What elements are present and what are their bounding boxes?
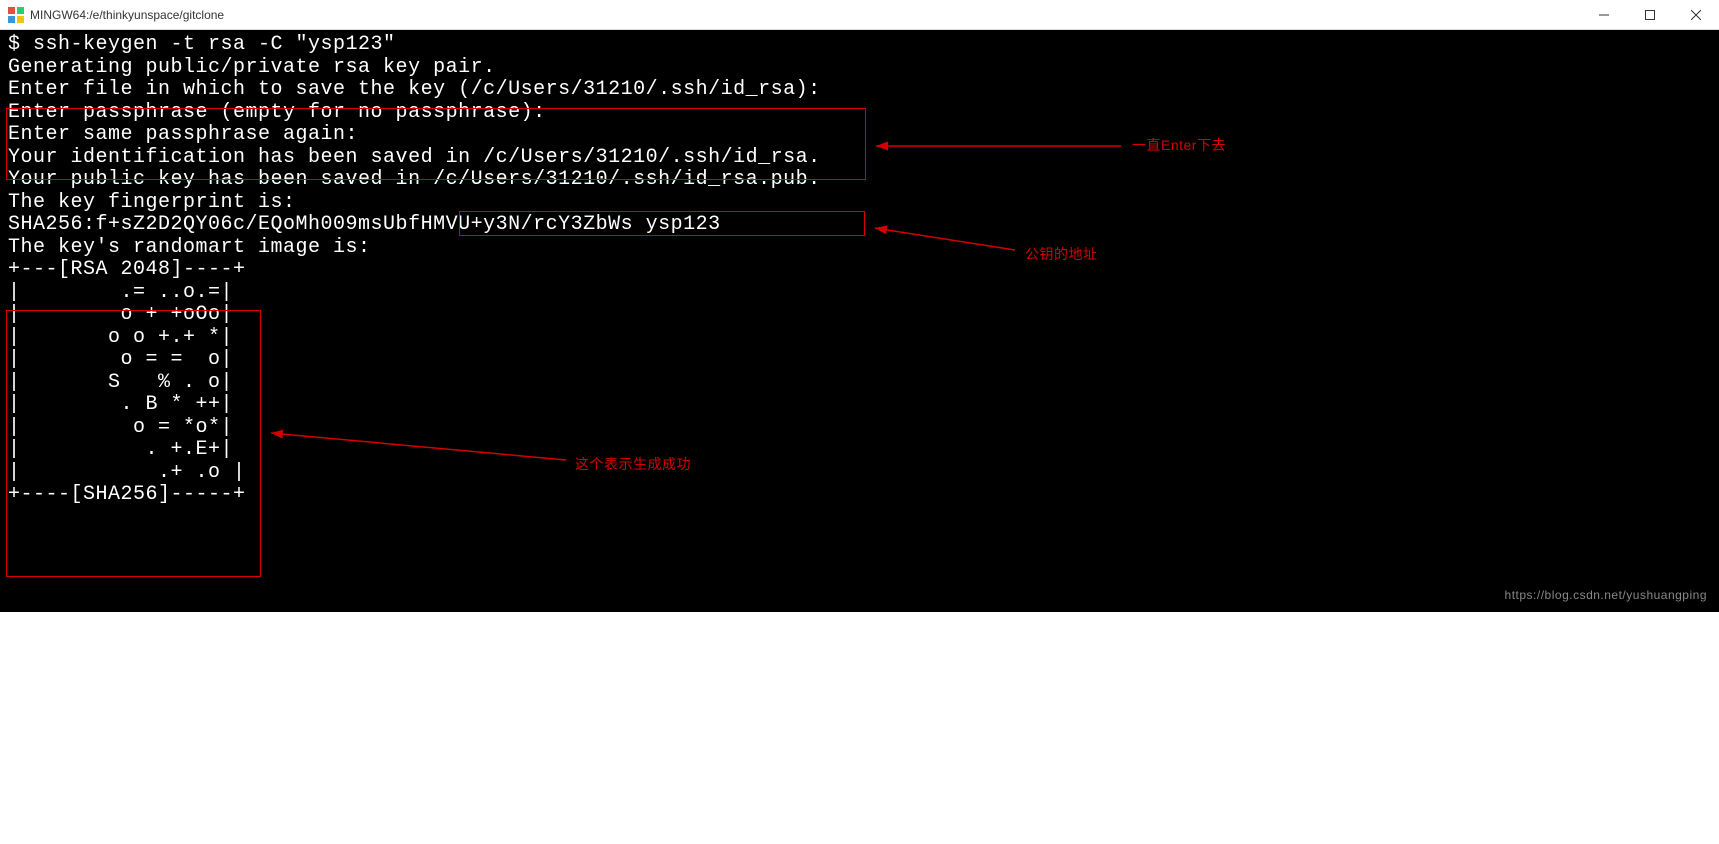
- terminal-line: Enter passphrase (empty for no passphras…: [8, 101, 546, 124]
- terminal-line: SHA256:f+sZ2D2QY06c/EQoMh009msUbfHMVU+y3…: [8, 213, 721, 236]
- app-icon: [8, 7, 24, 23]
- close-button[interactable]: [1673, 0, 1719, 29]
- terminal-line: Enter same passphrase again:: [8, 123, 358, 146]
- terminal-line: Generating public/private rsa key pair.: [8, 56, 496, 79]
- terminal-line: | .= ..o.=|: [8, 281, 233, 304]
- terminal-line: | o = = o|: [8, 348, 233, 371]
- terminal-area[interactable]: $ ssh-keygen -t rsa -C "ysp123" Generati…: [0, 30, 1719, 612]
- window-controls: [1581, 0, 1719, 29]
- annotation-arrow-2: [865, 225, 1020, 255]
- terminal-line: Your public key has been saved in /c/Use…: [8, 168, 821, 191]
- maximize-button[interactable]: [1627, 0, 1673, 29]
- window-titlebar: MINGW64:/e/thinkyunspace/gitclone: [0, 0, 1719, 30]
- titlebar-left: MINGW64:/e/thinkyunspace/gitclone: [8, 7, 224, 23]
- watermark: https://blog.csdn.net/yushuangping: [1505, 584, 1707, 607]
- terminal-line: | . +.E+|: [8, 438, 233, 461]
- terminal-line: | .+ .o |: [8, 461, 246, 484]
- terminal-line: | o + +oOo|: [8, 303, 233, 326]
- terminal-line: | . B * ++|: [8, 393, 233, 416]
- annotation-label-enter: 一直Enter下去: [1132, 134, 1226, 157]
- terminal-line: Enter file in which to save the key (/c/…: [8, 78, 821, 101]
- annotation-arrow-1: [866, 143, 1126, 149]
- terminal-line: The key fingerprint is:: [8, 191, 296, 214]
- terminal-line: The key's randomart image is:: [8, 236, 371, 259]
- terminal-line: | S % . o|: [8, 371, 233, 394]
- minimize-button[interactable]: [1581, 0, 1627, 29]
- annotation-label-pubkey: 公钥的地址: [1025, 243, 1098, 266]
- terminal-line: +----[SHA256]-----+: [8, 483, 246, 506]
- window-title: MINGW64:/e/thinkyunspace/gitclone: [30, 8, 224, 22]
- terminal-line: | o = *o*|: [8, 416, 233, 439]
- annotation-arrow-3: [261, 430, 571, 470]
- terminal-line: $ ssh-keygen -t rsa -C "ysp123": [8, 33, 396, 56]
- terminal-line: Your identification has been saved in /c…: [8, 146, 821, 169]
- annotation-label-success: 这个表示生成成功: [575, 453, 691, 476]
- terminal-line: +---[RSA 2048]----+: [8, 258, 246, 281]
- terminal-line: | o o +.+ *|: [8, 326, 233, 349]
